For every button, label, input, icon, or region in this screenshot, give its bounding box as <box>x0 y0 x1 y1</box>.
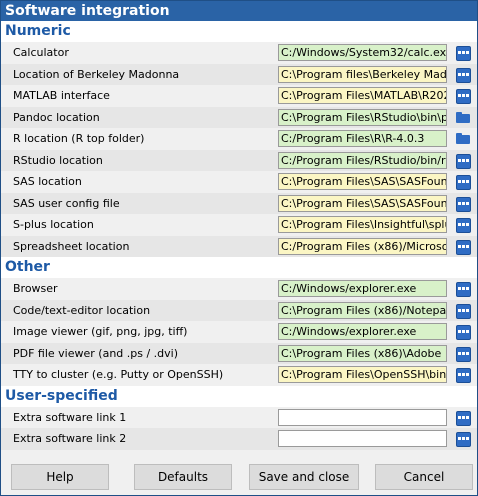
path-field[interactable] <box>278 430 447 447</box>
setting-row: Location of Berkeley Madonna C:\Program f… <box>1 63 477 85</box>
setting-label: SAS user config file <box>13 196 120 210</box>
section-header-other: Other <box>1 257 477 278</box>
setting-label: S-plus location <box>13 218 94 231</box>
path-field[interactable]: C:\Program Files\SAS\SASFoundation <box>278 173 447 190</box>
setting-label: Spreadsheet location <box>13 239 130 253</box>
browse-dots-icon[interactable] <box>456 368 471 383</box>
setting-row: S-plus location C:\Program Files\Insightf… <box>1 214 477 236</box>
setting-row: SAS location C:\Program Files\SAS\SASFoun… <box>1 171 477 193</box>
setting-row: TTY to cluster (e.g. Putty or OpenSSH) C:… <box>1 364 477 386</box>
path-field[interactable]: C:/Program Files\R\R-4.0.3 <box>278 130 447 147</box>
setting-label: Calculator <box>13 46 69 59</box>
browse-dots-icon[interactable] <box>456 325 471 340</box>
setting-label: Extra software link 1 <box>13 410 127 424</box>
section-header-user-specified: User-specified <box>1 385 477 407</box>
setting-row: Extra software link 2 <box>1 428 477 450</box>
path-field[interactable]: C:\Program Files\OpenSSH\bin <box>278 366 447 383</box>
path-field[interactable]: C:/Program Files (x86)/Microsoft <box>278 237 447 255</box>
defaults-button[interactable]: Defaults <box>134 464 232 490</box>
setting-label: MATLAB interface <box>13 89 110 102</box>
path-field[interactable]: C:/Program Files/RStudio/bin/rstudio <box>278 151 447 169</box>
save-and-close-button[interactable]: Save and close <box>249 464 359 490</box>
browse-dots-icon[interactable] <box>456 89 471 104</box>
section-header-numeric: Numeric <box>1 21 477 42</box>
setting-row: PDF file viewer (and .ps / .dvi) C:\Progr… <box>1 342 477 364</box>
path-field[interactable]: C:\Program Files (x86)\Adobe <box>278 344 447 362</box>
browse-dots-icon[interactable] <box>456 218 471 233</box>
setting-row: SAS user config file C:\Program Files\SAS… <box>1 192 477 214</box>
setting-label: Location of Berkeley Madonna <box>13 67 180 81</box>
browse-dots-icon[interactable] <box>456 67 471 83</box>
setting-row: MATLAB interface C:\Program Files\MATLAB\… <box>1 85 477 107</box>
browse-dots-icon[interactable] <box>456 282 471 297</box>
path-field[interactable]: C:/Windows/explorer.exe <box>278 280 447 297</box>
setting-row: Code/text-editor location C:\Program File… <box>1 299 477 321</box>
path-field[interactable]: C:\Program Files (x86)/Notepad++ <box>278 301 447 319</box>
setting-label: RStudio location <box>13 153 103 167</box>
browse-dots-icon[interactable] <box>456 432 471 447</box>
setting-label: Extra software link 2 <box>13 432 127 445</box>
folder-icon[interactable] <box>456 111 470 123</box>
footer-buttons: Help Defaults Save and close Cancel <box>1 461 477 495</box>
setting-row: Image viewer (gif, png, jpg, tiff) C:/Win… <box>1 321 477 343</box>
browse-dots-icon[interactable] <box>456 303 471 319</box>
path-field[interactable]: C:\Program Files\Insightful\splus <box>278 216 447 233</box>
setting-label: Code/text-editor location <box>13 303 151 317</box>
user-rows: Extra software link 1 Extra software link… <box>1 407 477 450</box>
path-field[interactable]: C:/Windows/explorer.exe <box>278 323 447 340</box>
help-button[interactable]: Help <box>11 464 109 490</box>
setting-row: RStudio location C:/Program Files/RStudio… <box>1 149 477 171</box>
setting-row: Calculator C:/Windows/System32/calc.exe <box>1 42 477 64</box>
browse-dots-icon[interactable] <box>456 239 471 255</box>
setting-row: Extra software link 1 <box>1 407 477 429</box>
setting-label: Browser <box>13 282 58 295</box>
cancel-button[interactable]: Cancel <box>375 464 473 490</box>
folder-icon[interactable] <box>456 133 470 144</box>
browse-dots-icon[interactable] <box>456 196 471 212</box>
setting-label: SAS location <box>13 175 82 188</box>
browse-dots-icon[interactable] <box>456 410 471 426</box>
browse-dots-icon[interactable] <box>456 175 471 190</box>
path-field[interactable]: C:\Program files\Berkeley Madonna <box>278 65 447 83</box>
setting-label: R location (R top folder) <box>13 132 145 145</box>
browse-dots-icon[interactable] <box>456 46 471 61</box>
setting-label: Pandoc location <box>13 110 100 124</box>
path-field[interactable] <box>278 408 447 426</box>
other-rows: Browser C:/Windows/explorer.exe Code/text-… <box>1 278 477 386</box>
path-field[interactable]: C:/Windows/System32/calc.exe <box>278 44 447 61</box>
browse-dots-icon[interactable] <box>456 346 471 362</box>
setting-row: Spreadsheet location C:/Program Files (x8… <box>1 235 477 257</box>
path-field[interactable]: C:\Program Files\SAS\SASFoundation <box>278 194 447 212</box>
setting-row: Pandoc location C:\Program Files\RStudio\… <box>1 106 477 128</box>
setting-row: R location (R top folder) C:/Program File… <box>1 128 477 150</box>
software-integration-dialog: Software integration Numeric Calculator C… <box>0 0 478 496</box>
numeric-rows: Calculator C:/Windows/System32/calc.exe Lo… <box>1 42 477 257</box>
window-title: Software integration <box>1 1 477 21</box>
path-field[interactable]: C:\Program Files\MATLAB\R2020 <box>278 87 447 104</box>
setting-row: Browser C:/Windows/explorer.exe <box>1 278 477 300</box>
browse-dots-icon[interactable] <box>456 153 471 169</box>
setting-label: Image viewer (gif, png, jpg, tiff) <box>13 325 188 338</box>
path-field[interactable]: C:\Program Files\RStudio\bin\pandoc <box>278 108 447 126</box>
setting-label: TTY to cluster (e.g. Putty or OpenSSH) <box>13 368 224 381</box>
setting-label: PDF file viewer (and .ps / .dvi) <box>13 346 179 360</box>
